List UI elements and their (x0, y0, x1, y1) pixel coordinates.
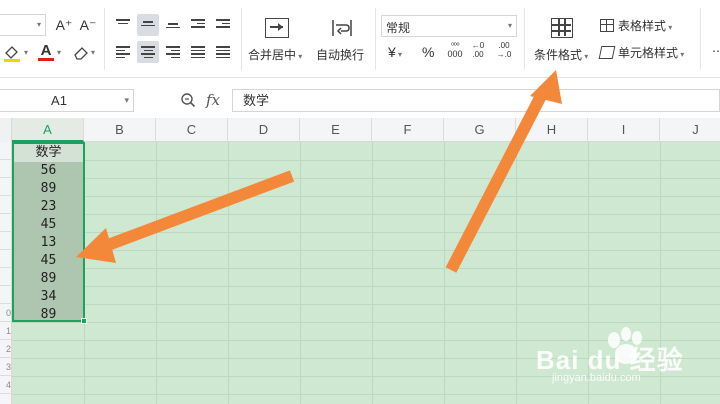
watermark-brand: Bai du 经验 (534, 326, 704, 375)
watermark-url: jingyan.baidu.com (552, 372, 641, 384)
arrow-to-column-a (76, 170, 295, 263)
arrow-to-conditional-format (445, 70, 562, 273)
baidu-jingyan-watermark: Bai du 经验 jingyan.baidu.com (534, 326, 704, 384)
